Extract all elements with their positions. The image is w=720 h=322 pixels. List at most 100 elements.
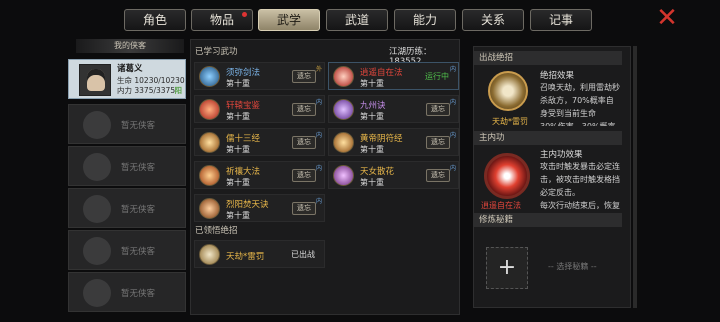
ultimate-icon [199, 244, 220, 265]
skill-level: 第十重 [360, 79, 384, 88]
notification-dot-icon [242, 12, 247, 17]
empty-silhouette-icon [83, 237, 111, 265]
skill-icon [199, 132, 220, 153]
empty-silhouette-icon [83, 153, 111, 181]
skill-icon [199, 165, 220, 186]
tab-relations[interactable]: 关系 [462, 9, 524, 31]
hero-slot-empty[interactable]: 暂无侠客 [68, 230, 186, 270]
effect-line: 召唤天劫，利用雷劫秒 [540, 83, 620, 92]
empty-silhouette-icon [83, 195, 111, 223]
learned-skills-label: 已学习武功 [195, 47, 238, 57]
add-secret-book-button[interactable]: + [486, 247, 528, 289]
tab-label: 角色 [142, 13, 167, 27]
skill-level: 第十重 [226, 178, 250, 187]
skill-name: 须弥剑法 [226, 68, 261, 78]
skill-icon [199, 198, 220, 219]
skill-icon [333, 66, 354, 87]
skill-type-tag: 内 [449, 66, 456, 73]
skill-card[interactable]: 天女散花 第十重 遗忘 内 [328, 161, 459, 189]
effect-line: 身受到当前生命 [540, 109, 596, 118]
tab-abilities[interactable]: 能力 [394, 9, 456, 31]
skill-level: 第十重 [226, 112, 250, 121]
secret-book-header: 修炼秘籍 [474, 213, 622, 227]
skill-type-tag: 内 [315, 99, 322, 106]
skill-icon [333, 99, 354, 120]
forget-button[interactable]: 遗忘 [292, 169, 316, 182]
equipped-ultimate-name: 天劫*雷罚 [492, 117, 528, 126]
skill-card[interactable]: 九州诀 第十重 遗忘 内 [328, 95, 459, 123]
ultimate-section-label: 已领悟绝招 [195, 226, 238, 236]
skill-type-tag: 内 [315, 132, 322, 139]
skill-name: 天女散花 [360, 167, 395, 177]
inner-effect-text: 攻击时触发暴击必定连 击，被攻击时触发格挡 必定反击。 每次行动结束后，恢复 [540, 160, 620, 212]
skill-card[interactable]: 轩辕宝鉴 第十重 遗忘 内 [194, 95, 325, 123]
hero-slot-empty[interactable]: 暂无侠客 [68, 104, 186, 144]
skill-running-status: 运行中 [425, 72, 449, 81]
skill-level: 第十重 [360, 145, 384, 154]
effect-line: 30%伤害，30%概率 [540, 120, 620, 126]
forget-button[interactable]: 遗忘 [426, 136, 450, 149]
skill-icon [333, 165, 354, 186]
scrollbar[interactable] [633, 46, 637, 308]
tab-label: 关系 [480, 13, 505, 27]
skill-level: 第十重 [226, 145, 250, 154]
hero-card-active[interactable]: 诸葛义 生命 10230/10230 内力 3375/3375 阳 [68, 59, 186, 99]
hero-slot-empty[interactable]: 暂无侠客 [68, 188, 186, 228]
tab-label: 武学 [276, 13, 301, 27]
tab-journal[interactable]: 记事 [530, 9, 592, 31]
skill-name: 轩辕宝鉴 [226, 101, 261, 111]
tab-wudao[interactable]: 武道 [326, 9, 388, 31]
skill-name: 黄帝阴符经 [360, 134, 403, 144]
close-icon[interactable]: ✕ [654, 5, 680, 31]
ultimate-card[interactable]: 天劫*雷罚 已出战 [194, 240, 325, 268]
tab-character[interactable]: 角色 [124, 9, 186, 31]
skill-name: 逍遥自在法 [360, 68, 403, 78]
secret-placeholder: -- 选择秘籍 -- [548, 262, 597, 271]
tab-martial-arts[interactable]: 武学 [258, 9, 320, 31]
skill-name: 九州诀 [360, 101, 386, 111]
skill-type-tag: 外 [315, 66, 322, 73]
equipped-ultimate-header: 出战绝招 [474, 51, 622, 65]
empty-slot-label: 暂无侠客 [121, 163, 156, 173]
skill-icon [199, 66, 220, 87]
tab-label: 物品 [209, 13, 234, 27]
hero-slot-empty[interactable]: 暂无侠客 [68, 146, 186, 186]
effect-line: 攻击时触发暴击必定连 [540, 162, 620, 171]
tab-label: 能力 [412, 13, 437, 27]
skill-card[interactable]: 黄帝阴符经 第十重 遗忘 内 [328, 128, 459, 156]
skill-level: 第十重 [226, 211, 250, 220]
forget-button[interactable]: 遗忘 [292, 70, 316, 83]
ultimate-effect-text: 召唤天劫，利用雷劫秒 杀敌方，70%概率自 身受到当前生命 30%伤害，30%概… [540, 81, 620, 126]
ultimate-status: 已出战 [291, 250, 315, 259]
skill-name: 烈阳焚天诀 [226, 200, 269, 210]
effect-line: 杀敌方，70%概率自 [540, 96, 614, 105]
skill-card[interactable]: 烈阳焚天诀 第十重 遗忘 内 [194, 194, 325, 222]
tab-label: 记事 [548, 13, 573, 27]
empty-slot-label: 暂无侠客 [121, 247, 156, 257]
skill-name: 儒十三经 [226, 134, 261, 144]
empty-slot-label: 暂无侠客 [121, 205, 156, 215]
forget-button[interactable]: 遗忘 [292, 103, 316, 116]
skill-card[interactable]: 须弥剑法 第十重 遗忘 外 [194, 62, 325, 90]
inner-skill-icon[interactable] [484, 153, 530, 199]
skill-type-tag: 内 [315, 198, 322, 205]
tab-items[interactable]: 物品 [191, 9, 253, 31]
hero-slot-empty[interactable]: 暂无侠客 [68, 272, 186, 312]
empty-silhouette-icon [83, 111, 111, 139]
skill-level: 第十重 [360, 178, 384, 187]
skill-card[interactable]: 祈禳大法 第十重 遗忘 内 [194, 161, 325, 189]
hero-nature-badge: 阳 [174, 86, 183, 95]
forget-button[interactable]: 遗忘 [292, 202, 316, 215]
skill-card[interactable]: 儒十三经 第十重 遗忘 内 [194, 128, 325, 156]
hero-avatar [79, 64, 111, 96]
tab-label: 武道 [344, 13, 369, 27]
skill-card[interactable]: 逍遥自在法 第十重 运行中 内 [328, 62, 459, 90]
forget-button[interactable]: 遗忘 [426, 169, 450, 182]
ultimate-icon[interactable] [488, 71, 528, 111]
detail-panel: 出战绝招 天劫*雷罚 绝招效果 召唤天劫，利用雷劫秒 杀敌方，70%概率自 身受… [473, 46, 631, 308]
forget-button[interactable]: 遗忘 [292, 136, 316, 149]
forget-button[interactable]: 遗忘 [426, 103, 450, 116]
inner-effect-title: 主内功效果 [540, 150, 583, 160]
effect-line: 击，被攻击时触发格挡 [540, 175, 620, 184]
skill-type-tag: 内 [449, 165, 456, 172]
